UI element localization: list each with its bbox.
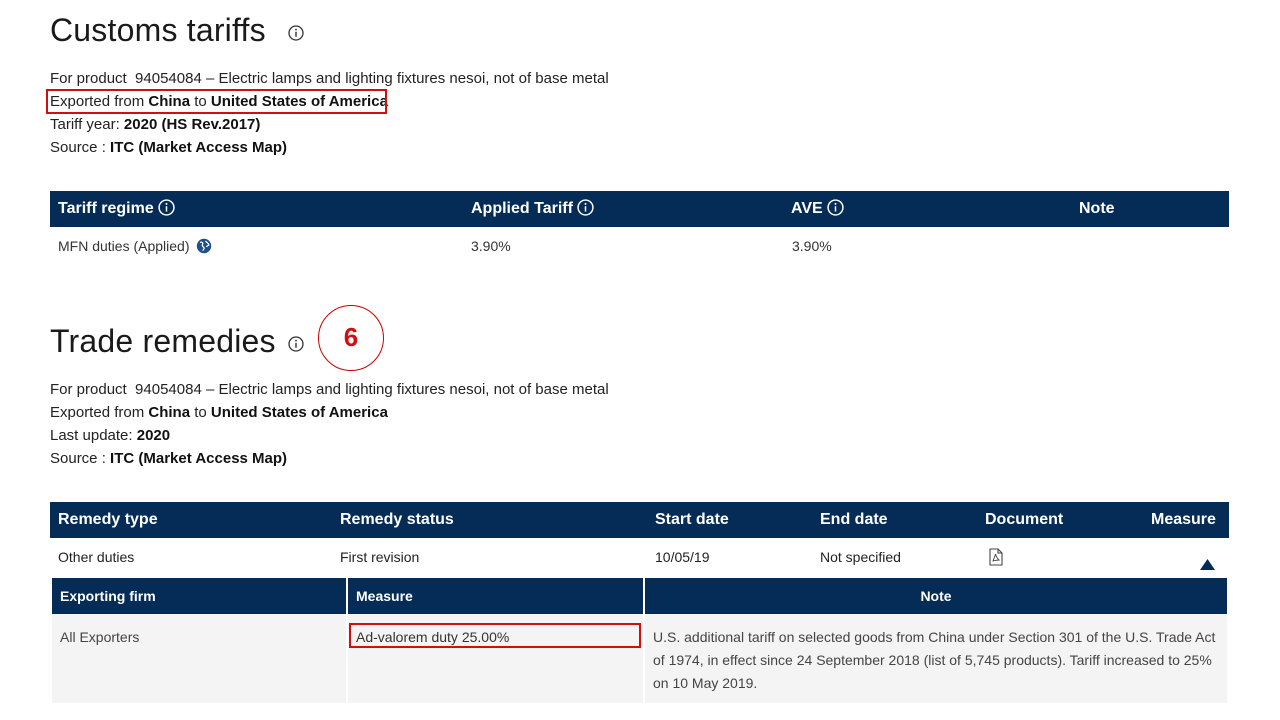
- col-ave: AVE: [791, 191, 844, 227]
- col-remedy-status: Remedy status: [340, 511, 454, 528]
- tariff-year-label: Tariff year:: [50, 116, 120, 133]
- subcol-exporting-firm: Exporting firm: [52, 578, 346, 614]
- remedies-meta: For product 94054084 – Electric lamps an…: [50, 378, 609, 470]
- applied-tariff-cell: 3.90%: [471, 238, 511, 254]
- product-code: 94054084: [135, 381, 202, 398]
- product-code: 94054084: [135, 70, 202, 87]
- col-start-date: Start date: [655, 511, 729, 528]
- ave-cell: 3.90%: [792, 238, 832, 254]
- end-date-cell: Not specified: [820, 549, 901, 565]
- remedies-product-line: For product 94054084 – Electric lamps an…: [50, 378, 609, 401]
- source-label: Source :: [50, 139, 106, 156]
- last-update-label: Last update:: [50, 427, 133, 444]
- customs-source-line: Source : ITC (Market Access Map): [50, 136, 609, 159]
- start-date-cell: 10/05/19: [655, 549, 710, 565]
- col-document: Document: [985, 511, 1064, 528]
- tariff-year-line: Tariff year: 2020 (HS Rev.2017): [50, 113, 609, 136]
- col-applied-tariff: Applied Tariff: [471, 191, 594, 227]
- col-tariff-regime: Tariff regime: [58, 191, 175, 227]
- customs-tariffs-title: Customs tariffs: [50, 12, 266, 48]
- col-end-date: End date: [820, 511, 888, 528]
- origin-country: China: [148, 404, 191, 421]
- subcol-measure: Measure: [348, 578, 643, 614]
- customs-product-line: For product 94054084 – Electric lamps an…: [50, 67, 609, 90]
- exporting-firm-value: All Exporters: [60, 629, 140, 645]
- destination-country: United States of America: [210, 404, 388, 421]
- remedies-source-line: Source : ITC (Market Access Map): [50, 447, 609, 470]
- source-value: ITC (Market Access Map): [110, 139, 288, 156]
- info-icon[interactable]: [288, 25, 304, 46]
- remedy-type-cell: Other duties: [58, 549, 135, 565]
- col-note: Note: [1079, 200, 1115, 217]
- source-label: Source :: [50, 450, 106, 467]
- source-value: ITC (Market Access Map): [110, 450, 288, 467]
- product-description: – Electric lamps and lighting fixtures n…: [205, 381, 609, 398]
- col-measure: Measure: [1151, 511, 1216, 528]
- highlight-box-measure: [349, 623, 641, 648]
- highlight-box-exported: [46, 89, 387, 114]
- exported-from-label: Exported from: [50, 404, 145, 421]
- exporting-firm-cell: All Exporters: [52, 614, 346, 703]
- globe-icon[interactable]: [196, 238, 212, 254]
- product-description: – Electric lamps and lighting fixtures n…: [205, 70, 609, 87]
- tariff-regime-cell: MFN duties (Applied): [58, 238, 212, 254]
- info-icon[interactable]: [827, 199, 844, 216]
- info-icon[interactable]: [158, 199, 175, 216]
- subcol-note: Note: [645, 578, 1227, 614]
- info-icon[interactable]: [288, 336, 304, 357]
- to-label: to: [194, 404, 207, 421]
- last-update-line: Last update: 2020: [50, 424, 609, 447]
- triangle-up-icon[interactable]: [1200, 557, 1215, 575]
- tariff-year-value: 2020 (HS Rev.2017): [123, 116, 261, 133]
- col-remedy-type: Remedy type: [58, 511, 158, 528]
- remedy-status-cell: First revision: [340, 549, 420, 565]
- last-update-value: 2020: [136, 427, 171, 444]
- detail-note-text: U.S. additional tariff on selected goods…: [653, 629, 1216, 691]
- trade-remedies-title: Trade remedies: [50, 323, 276, 359]
- remedies-table-header: Remedy type Remedy status Start date End…: [50, 502, 1229, 538]
- product-prefix: For product: [50, 381, 127, 398]
- remedies-exported-line: Exported from China to United States of …: [50, 401, 609, 424]
- info-icon[interactable]: [577, 199, 594, 216]
- tariff-table-header: Tariff regime Applied Tariff AVE Note: [50, 191, 1229, 227]
- step-number-badge: 6: [318, 305, 384, 371]
- product-prefix: For product: [50, 70, 127, 87]
- pdf-document-icon[interactable]: [989, 548, 1003, 571]
